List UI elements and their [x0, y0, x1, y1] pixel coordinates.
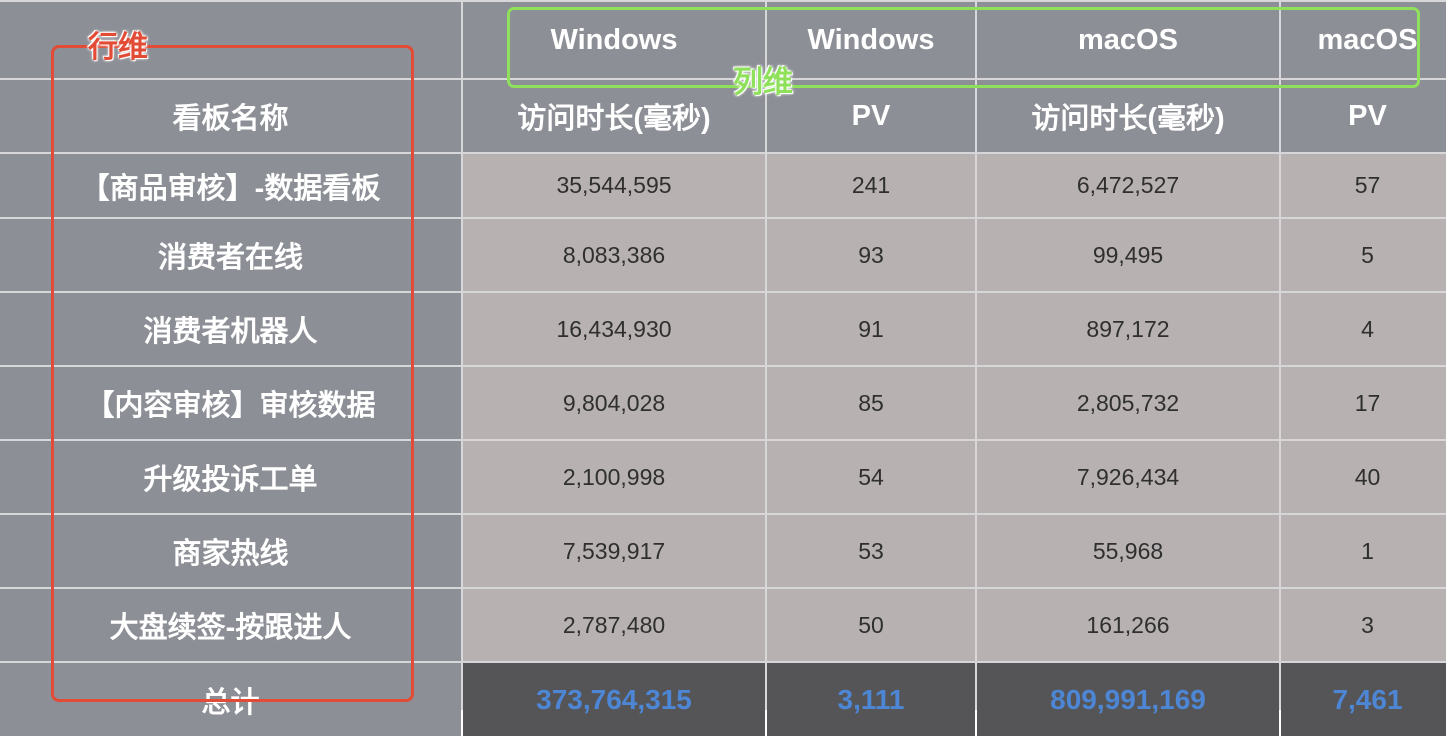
- table-cell: 85: [767, 367, 975, 439]
- table-cell: 40: [1281, 441, 1446, 513]
- col-header-metric[interactable]: 访问时长(毫秒): [463, 80, 765, 152]
- table-cell: 17: [1281, 367, 1446, 439]
- table-cell: 99,495: [977, 219, 1279, 291]
- table-cell: 2,787,480: [463, 589, 765, 661]
- table-cell: 7,539,917: [463, 515, 765, 587]
- total-cell: 809,991,169: [977, 663, 1279, 736]
- col-header-metric[interactable]: PV: [1281, 80, 1446, 152]
- table-cell: 241: [767, 154, 975, 217]
- table-cell: 35,544,595: [463, 154, 765, 217]
- table-cell: 91: [767, 293, 975, 365]
- table-cell: 161,266: [977, 589, 1279, 661]
- table-cell: 7,926,434: [977, 441, 1279, 513]
- table-cell: 5: [1281, 219, 1446, 291]
- row-dimension-tag: 行维: [88, 31, 148, 64]
- table-cell: 50: [767, 589, 975, 661]
- table-cell: 8,083,386: [463, 219, 765, 291]
- table-cell: 1: [1281, 515, 1446, 587]
- table-cell: 55,968: [977, 515, 1279, 587]
- table-cell: 93: [767, 219, 975, 291]
- table-cell: 3: [1281, 589, 1446, 661]
- total-cell: 373,764,315: [463, 663, 765, 736]
- table-cell: 57: [1281, 154, 1446, 217]
- table-cell: 9,804,028: [463, 367, 765, 439]
- table-cell: 4: [1281, 293, 1446, 365]
- col-header-metric[interactable]: 访问时长(毫秒): [977, 80, 1279, 152]
- table-cell: 6,472,527: [977, 154, 1279, 217]
- table-cell: 53: [767, 515, 975, 587]
- table-cell: 2,100,998: [463, 441, 765, 513]
- table-cell: 54: [767, 441, 975, 513]
- row-dimension-highlight: [51, 45, 414, 702]
- column-dimension-tag: 列维: [733, 66, 793, 99]
- table-cell: 2,805,732: [977, 367, 1279, 439]
- total-cell: 3,111: [767, 663, 975, 736]
- table-cell: 16,434,930: [463, 293, 765, 365]
- table-cell: 897,172: [977, 293, 1279, 365]
- col-header-metric[interactable]: PV: [767, 80, 975, 152]
- column-dimension-highlight: [507, 7, 1420, 88]
- total-cell: 7,461: [1281, 663, 1446, 736]
